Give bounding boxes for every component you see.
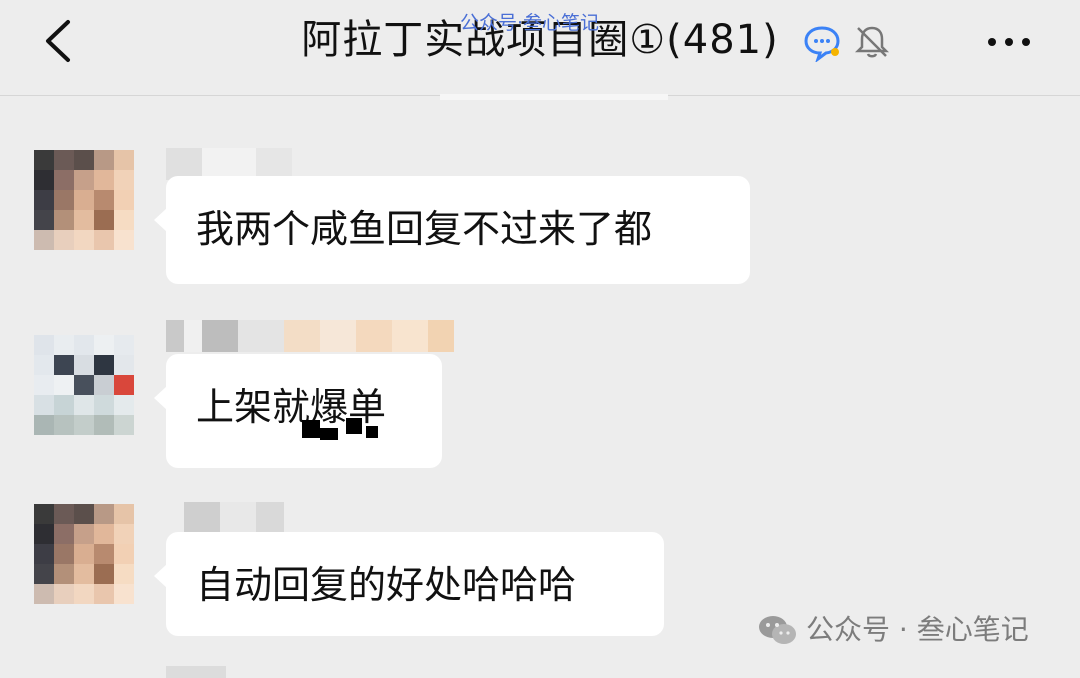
avatar[interactable] xyxy=(34,150,134,250)
divider-strip xyxy=(440,94,668,100)
watermark-text: 公众号 · 叁心笔记 xyxy=(806,613,1029,646)
wechat-logo-icon xyxy=(759,616,796,644)
watermark-top: 公众号·叁心笔记 xyxy=(460,12,600,34)
chat-header: 阿拉丁实战项目圈①(481) 公众号·叁心笔记 xyxy=(0,0,1080,96)
chat-bubble-icon[interactable] xyxy=(802,22,842,62)
message-bubble[interactable]: 我两个咸鱼回复不过来了都 xyxy=(154,176,750,284)
censor-mark xyxy=(346,418,362,434)
censor-mark xyxy=(320,428,338,440)
avatar[interactable] xyxy=(34,335,134,435)
message-bubble[interactable]: 自动回复的好处哈哈哈 xyxy=(154,532,664,636)
message-text: 自动回复的好处哈哈哈 xyxy=(196,563,577,607)
message-bubble[interactable]: 上架就爆单 xyxy=(154,354,442,468)
bubble-tail xyxy=(154,564,167,588)
sender-name-blurred xyxy=(166,666,226,678)
avatar[interactable] xyxy=(34,504,134,604)
censor-mark xyxy=(366,426,378,438)
bubble-tail xyxy=(154,386,167,410)
message-text: 我两个咸鱼回复不过来了都 xyxy=(196,207,653,251)
bubble-tail xyxy=(154,208,167,232)
censor-mark xyxy=(302,420,320,438)
more-dots-icon[interactable] xyxy=(984,22,1034,62)
bell-off-icon[interactable] xyxy=(852,22,892,62)
